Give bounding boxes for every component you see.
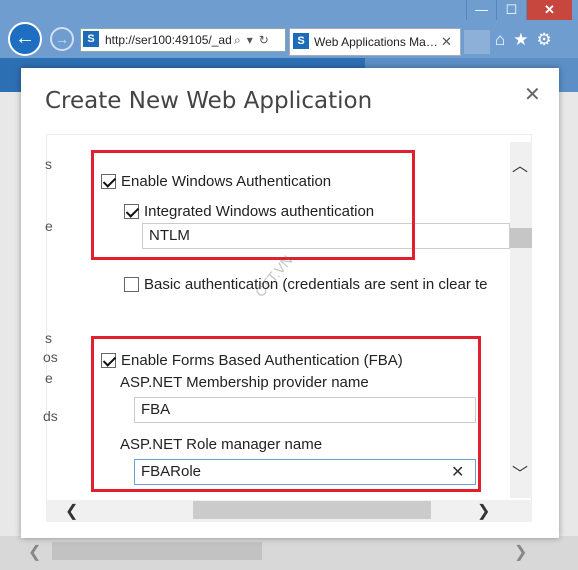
basic-auth-label: Basic authentication (credentials are se…: [144, 276, 488, 293]
clipped-text: os: [43, 349, 58, 365]
browser-tab[interactable]: Web Applications Ma…: [289, 28, 461, 56]
clipped-text: s: [45, 330, 52, 346]
tab-close-icon[interactable]: ✕: [441, 28, 452, 56]
scroll-up-icon[interactable]: ︿: [512, 152, 528, 176]
sharepoint-icon: S: [83, 31, 99, 47]
fba-highlight: [91, 336, 481, 492]
scroll-right-icon[interactable]: ❯: [514, 542, 527, 562]
windows-auth-highlight: [91, 150, 415, 260]
address-tools: ⌕ ▾ ↻: [234, 28, 269, 52]
maximize-button[interactable]: ☐: [496, 0, 526, 20]
minimize-button[interactable]: —: [466, 0, 496, 20]
scroll-right-icon[interactable]: ❯: [477, 501, 490, 521]
dropdown-icon[interactable]: ▾: [247, 28, 253, 52]
checkbox-unchecked-icon[interactable]: [124, 277, 139, 292]
window-controls: — ☐ ✕: [466, 0, 572, 22]
clipped-text: s: [45, 156, 52, 172]
settings-gear-icon[interactable]: ⚙: [537, 28, 552, 52]
vertical-scroll-thumb[interactable]: [510, 228, 532, 248]
scroll-down-icon[interactable]: ﹀: [512, 460, 528, 484]
forward-arrow-icon[interactable]: →: [50, 27, 74, 51]
clipped-text: e: [45, 370, 53, 386]
clipped-text: ds: [43, 408, 58, 424]
favorites-star-icon[interactable]: ★: [513, 28, 528, 52]
new-tab-button[interactable]: [464, 30, 490, 54]
home-icon[interactable]: ⌂: [495, 28, 505, 52]
dialog-title: Create New Web Application: [45, 88, 373, 114]
window-close-button[interactable]: ✕: [526, 0, 572, 20]
clipped-text: e: [45, 218, 53, 234]
basic-auth-checkbox[interactable]: Basic authentication (credentials are se…: [124, 276, 488, 293]
refresh-icon[interactable]: ↻: [259, 28, 269, 52]
horizontal-scroll-thumb[interactable]: [193, 501, 431, 519]
page-scroll-thumb[interactable]: [52, 542, 262, 560]
search-icon[interactable]: ⌕: [234, 28, 241, 52]
vertical-scrollbar[interactable]: [510, 142, 532, 498]
browser-tools: ⌂ ★ ⚙: [495, 28, 552, 52]
scroll-left-icon[interactable]: ❮: [65, 501, 78, 521]
create-web-app-dialog: Create New Web Application ✕ s e s os e …: [21, 68, 559, 538]
dialog-close-icon[interactable]: ✕: [524, 82, 541, 107]
sharepoint-tab-icon: S: [293, 33, 309, 49]
back-arrow-icon[interactable]: ←: [8, 22, 42, 56]
scroll-left-icon[interactable]: ❮: [28, 542, 41, 562]
